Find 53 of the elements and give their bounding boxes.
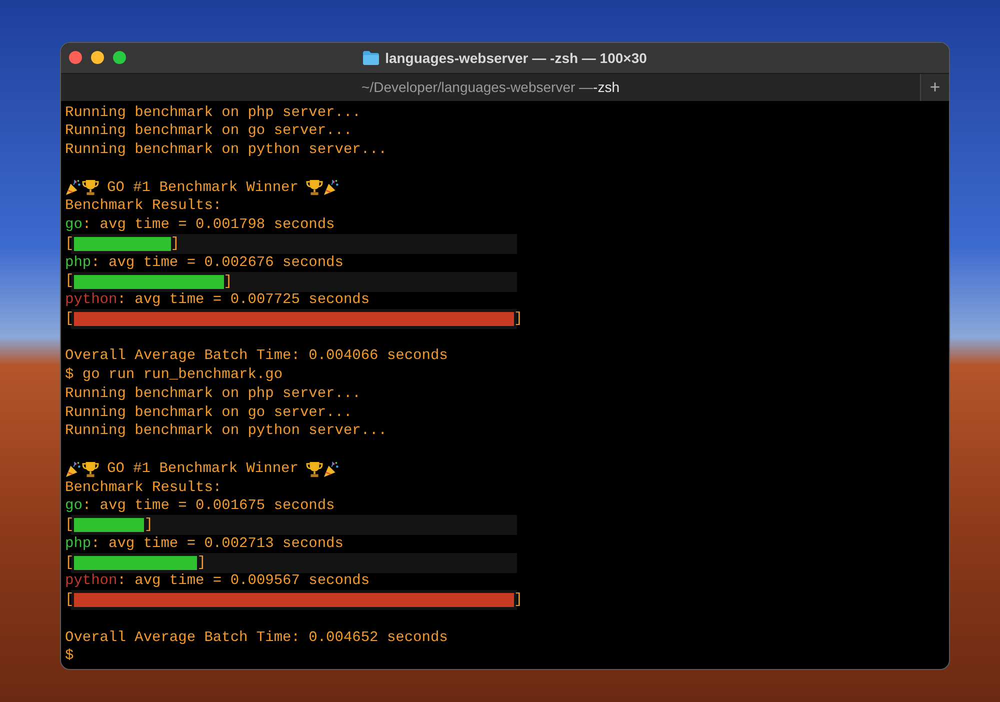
bracket-text: [ — [65, 554, 74, 572]
party-popper-icon — [323, 460, 340, 478]
prompt-line: $ go run run_benchmark.go — [65, 366, 284, 385]
output-line: Benchmark Results: — [65, 197, 223, 216]
output-line: Running benchmark on go server... — [65, 122, 354, 141]
trophy-icon — [306, 460, 324, 478]
minimize-button[interactable] — [91, 51, 104, 64]
bracket-text: ] — [224, 274, 233, 290]
window-title: languages-webserver — -zsh — 100×30 — [385, 50, 647, 66]
trophy-icon — [82, 460, 99, 478]
bracket-text: ] — [514, 592, 523, 608]
language-name: python — [65, 291, 118, 310]
bracket-text: ] — [144, 517, 154, 534]
terminal-tab[interactable]: ~/Developer/languages-webserver —-zsh — [61, 74, 920, 100]
trophy-icon — [306, 179, 324, 196]
language-name: php — [65, 254, 92, 272]
output-line: Running benchmark on go server... — [65, 404, 354, 422]
output-line: Overall Average Batch Time: 0.004066 seconds — [65, 347, 449, 366]
avg-time-text: : avg time = 0.001675 seconds — [82, 497, 335, 516]
folder-icon — [363, 50, 380, 65]
winner-heading: GO #1 Benchmark Winner — [107, 178, 298, 198]
avg-time-text: : avg time = 0.002713 seconds — [91, 534, 344, 554]
output-line: Benchmark Results: — [65, 478, 223, 498]
bracket-text: [ — [65, 234, 74, 254]
output-line: Overall Average Batch Time: 0.004652 seconds — [65, 628, 449, 648]
avg-time-text: : avg time = 0.001798 seconds — [82, 216, 335, 235]
output-line: Running benchmark on php server... — [65, 384, 362, 404]
bracket-text: ] — [197, 554, 206, 571]
language-name: go — [65, 216, 82, 235]
output-line: Running benchmark on python server... — [65, 141, 388, 160]
party-popper-icon — [65, 460, 82, 478]
party-popper-icon — [323, 179, 340, 196]
avg-time-text: : avg time = 0.009567 seconds — [117, 572, 370, 591]
output-line: Running benchmark on python server... — [65, 422, 388, 441]
language-name: go — [65, 497, 82, 516]
bracket-text: [ — [65, 310, 74, 328]
bracket-text: ] — [514, 311, 523, 328]
new-tab-button[interactable]: + — [920, 74, 949, 100]
prompt-line: $ — [65, 647, 75, 666]
avg-time-text: : avg time = 0.002676 seconds — [91, 254, 344, 272]
avg-time-text: : avg time = 0.007725 seconds — [117, 291, 370, 310]
bracket-text: ] — [170, 236, 180, 252]
language-name: python — [65, 572, 118, 591]
trophy-icon — [82, 179, 99, 196]
zoom-button[interactable] — [113, 51, 126, 64]
party-popper-icon — [65, 179, 82, 196]
language-name: php — [65, 534, 92, 554]
bracket-text: [ — [65, 591, 74, 610]
bracket-text: [ — [65, 516, 74, 535]
bracket-text: [ — [65, 272, 74, 291]
output-line: Running benchmark on php server... — [65, 104, 362, 122]
close-button[interactable] — [69, 51, 82, 64]
winner-heading: GO #1 Benchmark Winner — [107, 460, 298, 478]
